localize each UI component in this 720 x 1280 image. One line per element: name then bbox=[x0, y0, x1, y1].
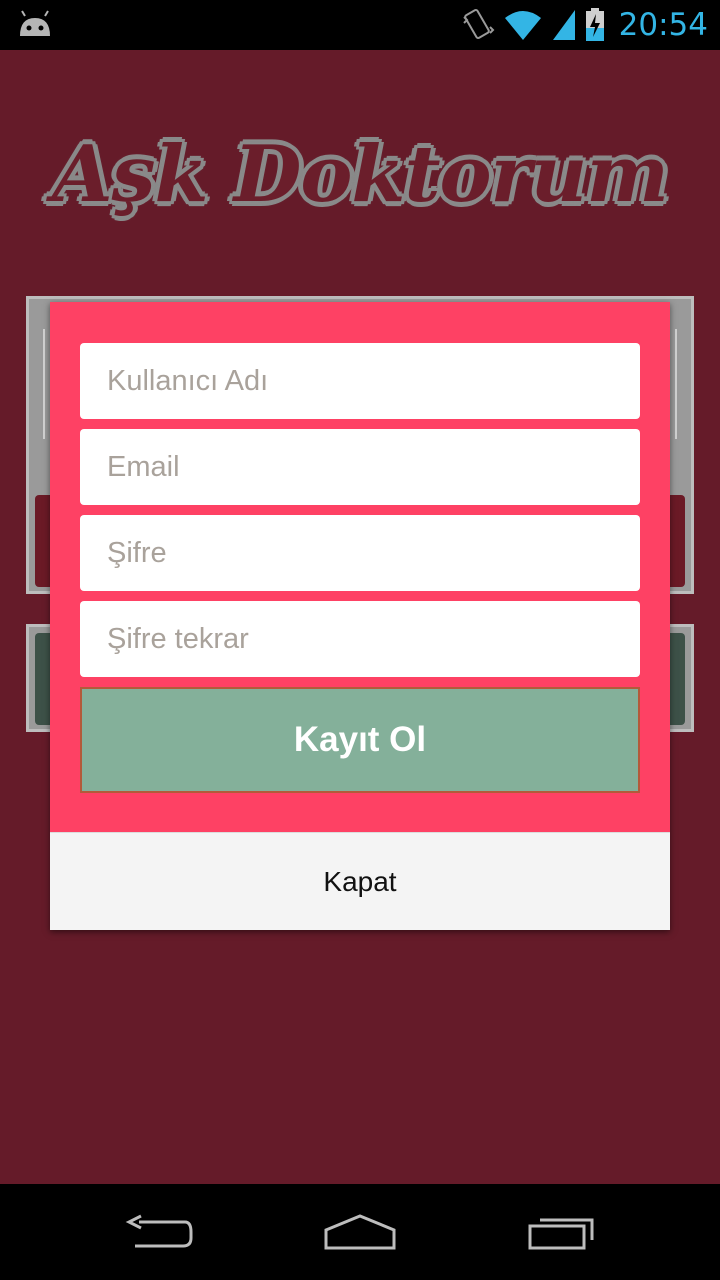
dialog-footer: Kapat bbox=[50, 832, 670, 930]
signal-icon bbox=[552, 10, 575, 40]
back-button[interactable] bbox=[100, 1202, 220, 1262]
recent-apps-button[interactable] bbox=[502, 1202, 622, 1262]
password-input[interactable] bbox=[80, 515, 640, 591]
register-dialog: Kayıt Ol Kapat bbox=[50, 302, 670, 930]
status-bar: 20:54 bbox=[0, 0, 720, 50]
wifi-icon bbox=[504, 11, 541, 40]
register-form: Kayıt Ol bbox=[50, 302, 670, 832]
battery-charging-icon bbox=[585, 8, 604, 41]
home-icon bbox=[324, 1214, 396, 1250]
close-button[interactable]: Kapat bbox=[50, 833, 670, 931]
navigation-bar bbox=[0, 1184, 720, 1280]
username-input[interactable] bbox=[80, 343, 640, 419]
email-input[interactable] bbox=[80, 429, 640, 505]
vibrate-icon bbox=[462, 8, 495, 40]
register-button[interactable]: Kayıt Ol bbox=[80, 687, 640, 793]
password-repeat-input[interactable] bbox=[80, 601, 640, 677]
app-screen: Aşk Doktorum Kayıt Ol Kapat bbox=[0, 50, 720, 1184]
recent-apps-icon bbox=[528, 1218, 594, 1250]
android-icon bbox=[20, 10, 50, 36]
back-icon bbox=[125, 1214, 193, 1248]
home-button[interactable] bbox=[300, 1202, 420, 1262]
status-clock: 20:54 bbox=[618, 7, 708, 43]
